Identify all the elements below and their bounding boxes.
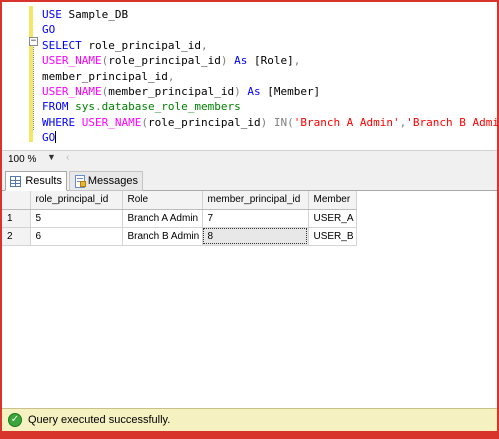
tab-results[interactable]: Results [5,171,67,191]
code-token: USER_NAME [81,115,142,129]
status-bar: ✓ Query executed successfully. [2,408,497,431]
code-token: As [234,54,254,68]
zoom-level[interactable]: 100 % [8,154,36,165]
fold-guide-line [33,44,34,130]
column-header-rownum[interactable] [2,191,31,210]
code-token: ( [287,115,294,129]
table-cell-selected[interactable]: 8 [202,227,309,246]
table-row: 1 5 Branch A Admin 7 USER_A [2,209,357,228]
code-line[interactable]: GO [42,130,499,145]
table-row: 2 6 Branch B Admin 8 USER_B [2,227,357,246]
code-token: database_role_members [101,100,241,114]
table-cell[interactable]: Branch A Admin [122,209,203,228]
code-line[interactable]: USER_NAME(role_principal_id) As [Role], [42,53,499,68]
tab-results-label: Results [25,175,62,187]
tab-messages-label: Messages [87,175,138,187]
code-token: 'Branch A Admin' [293,115,400,129]
code-token: ) [220,54,235,68]
messages-icon [74,175,86,188]
table-cell[interactable]: 6 [30,227,123,246]
collapse-icon[interactable]: − [29,37,38,46]
code-token: . [95,100,102,114]
row-number[interactable]: 2 [2,227,31,246]
zoom-dropdown-icon[interactable]: ▼ [47,152,56,162]
status-message: Query executed successfully. [28,414,171,426]
column-header-role[interactable]: Role [122,191,203,210]
column-header-role-principal-id[interactable]: role_principal_id [30,191,123,210]
code-token: IN [273,115,288,129]
code-token: , [293,54,301,68]
table-cell[interactable]: USER_A [308,209,357,228]
code-token: ) [234,84,248,98]
code-line[interactable]: USE Sample_DB [42,7,499,22]
code-token: USER_NAME [42,84,102,98]
code-token: member_principal_id [42,69,168,83]
code-token: , [167,69,175,83]
table-cell[interactable]: Branch B Admin [122,227,203,246]
code-token: , [200,38,208,52]
code-token: sys [75,100,95,114]
code-line[interactable]: WHERE USER_NAME(role_principal_id) IN('B… [42,115,499,130]
table-cell[interactable]: 7 [202,209,309,228]
query-editor[interactable]: − USE Sample_DB GO SELECT role_principal_i… [2,2,499,148]
code-token: FROM [42,100,76,114]
row-number[interactable]: 1 [2,209,31,228]
check-icon: ✓ [8,413,22,427]
code-token: USE [42,8,69,21]
column-header-member-principal-id[interactable]: member_principal_id [202,191,309,210]
code-token: SELECT [42,38,89,52]
code-token: USER_NAME [42,54,102,68]
results-grid: role_principal_id Role member_principal_… [2,191,357,246]
code-token: WHERE [42,115,82,129]
results-grid-pane: role_principal_id Role member_principal_… [2,191,497,408]
code-token: role_principal_id [108,54,221,68]
query-text[interactable]: USE Sample_DB GO SELECT role_principal_id,… [42,7,499,146]
code-token: GO [42,23,56,37]
code-token: role_principal_id [147,115,261,129]
scroll-left-icon[interactable]: ‹ [66,152,69,163]
code-line[interactable]: SELECT role_principal_id, [42,38,499,53]
table-cell[interactable]: 5 [30,209,123,228]
table-cell[interactable]: USER_B [308,227,357,246]
column-header-member[interactable]: Member [308,191,357,210]
grid-header-row: role_principal_id Role member_principal_… [2,191,357,210]
zoom-bar: 100 % ▼ ‹ [2,150,497,167]
grid-icon [10,176,22,187]
code-token: Sample_DB [68,8,129,21]
text-caret [55,131,57,144]
code-line[interactable]: member_principal_id, [42,69,499,84]
results-tab-bar: Results Messages [2,167,497,191]
code-line[interactable]: FROM sys.database_role_members [42,99,499,114]
code-token: 'Branch B Admin' [406,115,499,129]
code-line[interactable]: USER_NAME(member_principal_id) As [Membe… [42,84,499,99]
code-token: As [247,84,268,98]
code-line[interactable]: GO [42,22,499,37]
code-token: [Role] [253,54,294,68]
editor-gutter [2,2,28,148]
code-token: ( [141,115,148,129]
tab-messages[interactable]: Messages [69,171,143,191]
code-token: role_principal_id [88,38,201,52]
code-token: [Member] [267,84,321,98]
code-token: member_principal_id [108,84,235,98]
code-token: ) [260,115,274,129]
code-token: GO [42,131,56,145]
window-bottom-border [0,431,499,439]
